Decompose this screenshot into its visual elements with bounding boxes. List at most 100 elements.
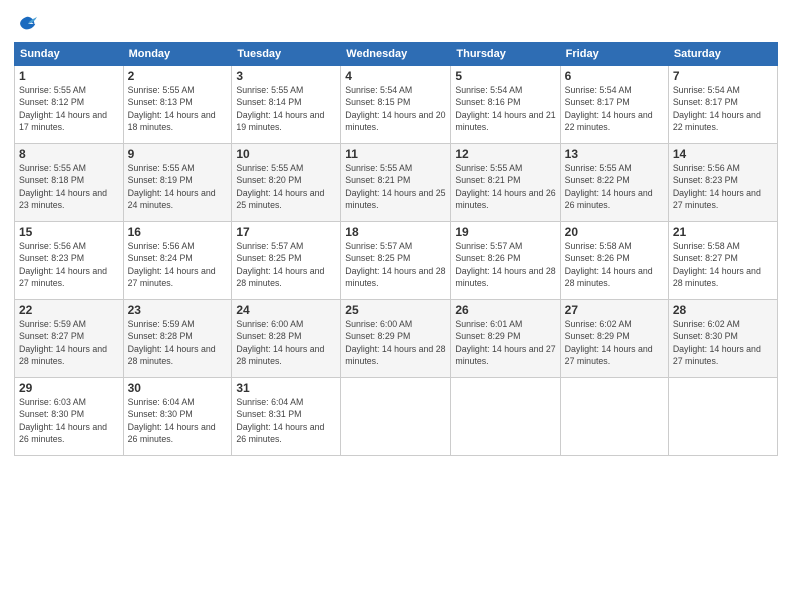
day-number: 21 <box>673 225 773 239</box>
calendar-header-wednesday: Wednesday <box>341 43 451 66</box>
day-info: Sunrise: 5:55 AMSunset: 8:14 PMDaylight:… <box>236 85 324 132</box>
day-number: 18 <box>345 225 446 239</box>
calendar-week-row: 15 Sunrise: 5:56 AMSunset: 8:23 PMDaylig… <box>15 222 778 300</box>
calendar-header-row: SundayMondayTuesdayWednesdayThursdayFrid… <box>15 43 778 66</box>
day-number: 12 <box>455 147 555 161</box>
calendar-cell: 26 Sunrise: 6:01 AMSunset: 8:29 PMDaylig… <box>451 300 560 378</box>
calendar-cell: 16 Sunrise: 5:56 AMSunset: 8:24 PMDaylig… <box>123 222 232 300</box>
day-info: Sunrise: 5:59 AMSunset: 8:27 PMDaylight:… <box>19 319 107 366</box>
calendar-header-tuesday: Tuesday <box>232 43 341 66</box>
day-number: 3 <box>236 69 336 83</box>
day-info: Sunrise: 5:55 AMSunset: 8:21 PMDaylight:… <box>455 163 555 210</box>
day-number: 28 <box>673 303 773 317</box>
day-info: Sunrise: 6:04 AMSunset: 8:30 PMDaylight:… <box>128 397 216 444</box>
day-info: Sunrise: 5:58 AMSunset: 8:26 PMDaylight:… <box>565 241 653 288</box>
day-number: 17 <box>236 225 336 239</box>
calendar-cell: 9 Sunrise: 5:55 AMSunset: 8:19 PMDayligh… <box>123 144 232 222</box>
day-number: 19 <box>455 225 555 239</box>
day-number: 6 <box>565 69 664 83</box>
calendar-cell: 21 Sunrise: 5:58 AMSunset: 8:27 PMDaylig… <box>668 222 777 300</box>
day-number: 20 <box>565 225 664 239</box>
calendar-week-row: 1 Sunrise: 5:55 AMSunset: 8:12 PMDayligh… <box>15 66 778 144</box>
day-info: Sunrise: 5:58 AMSunset: 8:27 PMDaylight:… <box>673 241 761 288</box>
calendar-cell: 29 Sunrise: 6:03 AMSunset: 8:30 PMDaylig… <box>15 378 124 456</box>
calendar-cell: 17 Sunrise: 5:57 AMSunset: 8:25 PMDaylig… <box>232 222 341 300</box>
day-info: Sunrise: 6:02 AMSunset: 8:29 PMDaylight:… <box>565 319 653 366</box>
day-info: Sunrise: 5:54 AMSunset: 8:17 PMDaylight:… <box>673 85 761 132</box>
calendar-cell: 3 Sunrise: 5:55 AMSunset: 8:14 PMDayligh… <box>232 66 341 144</box>
day-info: Sunrise: 5:57 AMSunset: 8:26 PMDaylight:… <box>455 241 555 288</box>
day-number: 9 <box>128 147 228 161</box>
logo-bird-icon <box>16 14 38 36</box>
day-info: Sunrise: 5:55 AMSunset: 8:21 PMDaylight:… <box>345 163 445 210</box>
day-number: 8 <box>19 147 119 161</box>
day-number: 23 <box>128 303 228 317</box>
day-info: Sunrise: 5:55 AMSunset: 8:13 PMDaylight:… <box>128 85 216 132</box>
calendar-cell: 23 Sunrise: 5:59 AMSunset: 8:28 PMDaylig… <box>123 300 232 378</box>
calendar-cell: 6 Sunrise: 5:54 AMSunset: 8:17 PMDayligh… <box>560 66 668 144</box>
day-info: Sunrise: 5:57 AMSunset: 8:25 PMDaylight:… <box>236 241 324 288</box>
day-number: 7 <box>673 69 773 83</box>
day-number: 14 <box>673 147 773 161</box>
day-info: Sunrise: 5:55 AMSunset: 8:18 PMDaylight:… <box>19 163 107 210</box>
day-info: Sunrise: 5:54 AMSunset: 8:17 PMDaylight:… <box>565 85 653 132</box>
calendar-cell: 19 Sunrise: 5:57 AMSunset: 8:26 PMDaylig… <box>451 222 560 300</box>
logo <box>14 14 38 36</box>
day-info: Sunrise: 5:55 AMSunset: 8:12 PMDaylight:… <box>19 85 107 132</box>
day-info: Sunrise: 5:56 AMSunset: 8:24 PMDaylight:… <box>128 241 216 288</box>
day-info: Sunrise: 6:04 AMSunset: 8:31 PMDaylight:… <box>236 397 324 444</box>
calendar-cell: 31 Sunrise: 6:04 AMSunset: 8:31 PMDaylig… <box>232 378 341 456</box>
day-number: 5 <box>455 69 555 83</box>
calendar-cell: 5 Sunrise: 5:54 AMSunset: 8:16 PMDayligh… <box>451 66 560 144</box>
calendar-cell: 2 Sunrise: 5:55 AMSunset: 8:13 PMDayligh… <box>123 66 232 144</box>
day-number: 27 <box>565 303 664 317</box>
day-info: Sunrise: 6:02 AMSunset: 8:30 PMDaylight:… <box>673 319 761 366</box>
day-number: 30 <box>128 381 228 395</box>
calendar-cell: 12 Sunrise: 5:55 AMSunset: 8:21 PMDaylig… <box>451 144 560 222</box>
day-number: 26 <box>455 303 555 317</box>
calendar-cell: 22 Sunrise: 5:59 AMSunset: 8:27 PMDaylig… <box>15 300 124 378</box>
calendar-cell: 7 Sunrise: 5:54 AMSunset: 8:17 PMDayligh… <box>668 66 777 144</box>
calendar-week-row: 8 Sunrise: 5:55 AMSunset: 8:18 PMDayligh… <box>15 144 778 222</box>
calendar-cell: 4 Sunrise: 5:54 AMSunset: 8:15 PMDayligh… <box>341 66 451 144</box>
day-number: 25 <box>345 303 446 317</box>
calendar-cell: 24 Sunrise: 6:00 AMSunset: 8:28 PMDaylig… <box>232 300 341 378</box>
calendar-cell: 18 Sunrise: 5:57 AMSunset: 8:25 PMDaylig… <box>341 222 451 300</box>
calendar-cell: 27 Sunrise: 6:02 AMSunset: 8:29 PMDaylig… <box>560 300 668 378</box>
calendar-week-row: 22 Sunrise: 5:59 AMSunset: 8:27 PMDaylig… <box>15 300 778 378</box>
day-info: Sunrise: 5:57 AMSunset: 8:25 PMDaylight:… <box>345 241 445 288</box>
calendar-cell: 1 Sunrise: 5:55 AMSunset: 8:12 PMDayligh… <box>15 66 124 144</box>
calendar-cell: 10 Sunrise: 5:55 AMSunset: 8:20 PMDaylig… <box>232 144 341 222</box>
calendar-week-row: 29 Sunrise: 6:03 AMSunset: 8:30 PMDaylig… <box>15 378 778 456</box>
calendar-cell: 28 Sunrise: 6:02 AMSunset: 8:30 PMDaylig… <box>668 300 777 378</box>
day-number: 4 <box>345 69 446 83</box>
page: SundayMondayTuesdayWednesdayThursdayFrid… <box>0 0 792 466</box>
calendar-cell: 25 Sunrise: 6:00 AMSunset: 8:29 PMDaylig… <box>341 300 451 378</box>
calendar-cell: 8 Sunrise: 5:55 AMSunset: 8:18 PMDayligh… <box>15 144 124 222</box>
day-number: 1 <box>19 69 119 83</box>
day-number: 24 <box>236 303 336 317</box>
calendar-cell: 20 Sunrise: 5:58 AMSunset: 8:26 PMDaylig… <box>560 222 668 300</box>
day-info: Sunrise: 6:00 AMSunset: 8:29 PMDaylight:… <box>345 319 445 366</box>
day-info: Sunrise: 5:59 AMSunset: 8:28 PMDaylight:… <box>128 319 216 366</box>
calendar-cell <box>668 378 777 456</box>
day-info: Sunrise: 5:54 AMSunset: 8:16 PMDaylight:… <box>455 85 555 132</box>
day-info: Sunrise: 6:00 AMSunset: 8:28 PMDaylight:… <box>236 319 324 366</box>
day-info: Sunrise: 5:55 AMSunset: 8:19 PMDaylight:… <box>128 163 216 210</box>
calendar-header-friday: Friday <box>560 43 668 66</box>
day-info: Sunrise: 5:55 AMSunset: 8:22 PMDaylight:… <box>565 163 653 210</box>
calendar-header-sunday: Sunday <box>15 43 124 66</box>
calendar-header-monday: Monday <box>123 43 232 66</box>
calendar-cell <box>560 378 668 456</box>
calendar-cell: 13 Sunrise: 5:55 AMSunset: 8:22 PMDaylig… <box>560 144 668 222</box>
day-number: 31 <box>236 381 336 395</box>
calendar-table: SundayMondayTuesdayWednesdayThursdayFrid… <box>14 42 778 456</box>
calendar-cell: 15 Sunrise: 5:56 AMSunset: 8:23 PMDaylig… <box>15 222 124 300</box>
header <box>14 10 778 36</box>
day-number: 16 <box>128 225 228 239</box>
calendar-header-saturday: Saturday <box>668 43 777 66</box>
calendar-cell <box>341 378 451 456</box>
day-number: 2 <box>128 69 228 83</box>
day-number: 15 <box>19 225 119 239</box>
day-number: 13 <box>565 147 664 161</box>
